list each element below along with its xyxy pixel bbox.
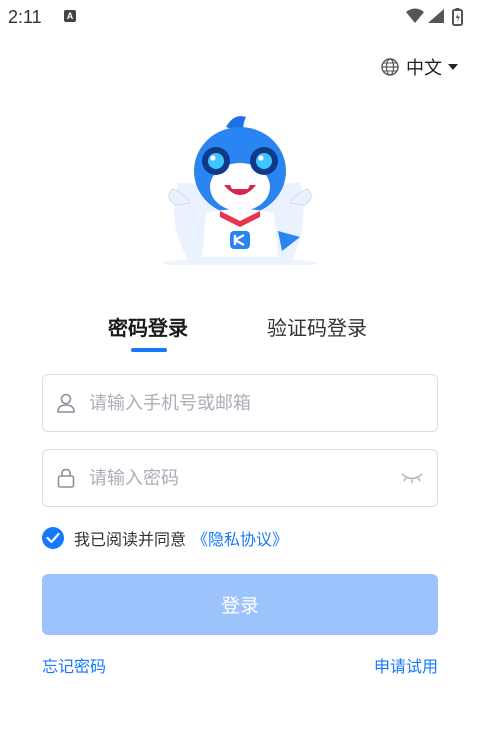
wifi-icon — [406, 8, 424, 23]
notification-letter: A — [66, 11, 74, 21]
password-field[interactable] — [42, 449, 438, 507]
caret-down-icon — [448, 64, 458, 70]
agreement-checkbox[interactable] — [42, 527, 64, 549]
agreement-row: 我已阅读并同意 《隐私协议》 — [42, 526, 288, 550]
privacy-policy-link[interactable]: 《隐私协议》 — [192, 526, 288, 550]
username-field[interactable] — [42, 374, 438, 432]
globe-icon — [381, 58, 399, 76]
active-tab-indicator — [131, 348, 167, 352]
forgot-password-link[interactable]: 忘记密码 — [42, 653, 106, 677]
user-icon — [57, 393, 75, 413]
system-status-icons — [406, 8, 463, 26]
language-selector[interactable]: 中文 — [380, 55, 458, 79]
apply-trial-link[interactable]: 申请试用 — [374, 653, 438, 677]
language-label: 中文 — [406, 58, 442, 79]
status-time: 2:11 — [8, 7, 42, 27]
lock-icon — [57, 468, 75, 488]
notification-icon: A — [64, 10, 76, 22]
signal-icon — [428, 9, 444, 23]
battery-icon — [452, 8, 463, 26]
tab-code-login[interactable]: 验证码登录 — [267, 313, 367, 343]
agreement-text: 我已阅读并同意 — [74, 530, 187, 549]
status-bar: 2:11 A — [0, 0, 480, 34]
password-input[interactable] — [89, 460, 389, 496]
mascot-logo — [162, 116, 318, 265]
username-input[interactable] — [89, 385, 389, 421]
check-icon — [46, 532, 60, 544]
eye-closed-icon[interactable] — [401, 469, 423, 485]
login-button[interactable]: 登录 — [42, 574, 438, 635]
tab-password-login[interactable]: 密码登录 — [108, 313, 188, 343]
